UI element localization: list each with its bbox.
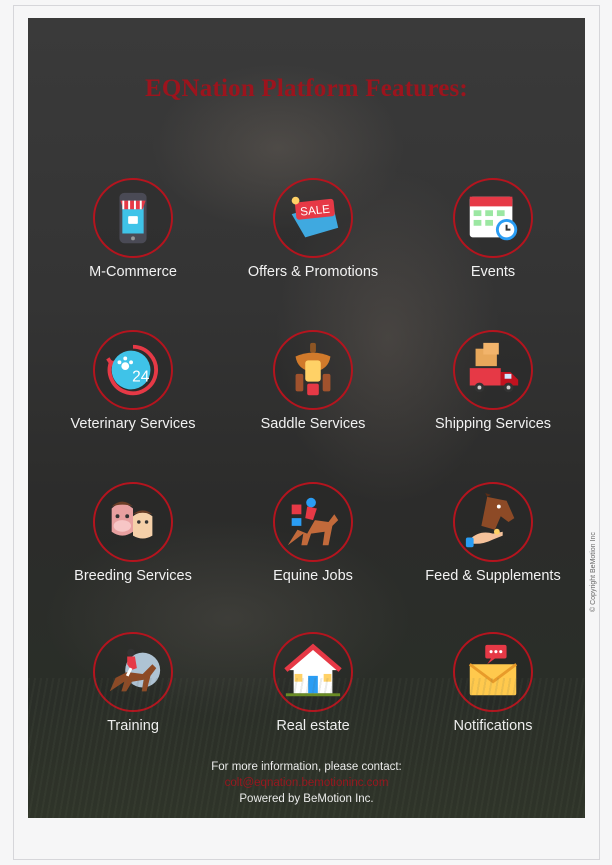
- contact-text: For more information, please contact:: [211, 761, 402, 773]
- feature-label: Offers & Promotions: [247, 264, 379, 280]
- feature-shipping-services: Shipping Services: [408, 330, 578, 432]
- feature-veterinary-services: 24 Veterinary Services: [48, 330, 218, 432]
- feature-label: Equine Jobs: [273, 568, 353, 584]
- feature-label: Shipping Services: [434, 416, 552, 432]
- rider-icon: [93, 632, 173, 712]
- feature-label: Events: [470, 264, 516, 280]
- feature-feed-supplements: Feed & Supplements: [408, 482, 578, 584]
- jockey-icon: [273, 482, 353, 562]
- feature-training: Training: [48, 632, 218, 734]
- feature-label: Notifications: [453, 718, 533, 734]
- svg-text:24: 24: [132, 369, 150, 386]
- contact-email-link[interactable]: colt@eqnation.bemotioninc.com: [28, 775, 585, 791]
- feature-label: Veterinary Services: [70, 416, 196, 432]
- envelope-message-icon: [453, 632, 533, 712]
- feature-real-estate: Real estate: [228, 632, 398, 734]
- paw-24-icon: 24: [93, 330, 173, 410]
- horse-family-icon: [93, 482, 173, 562]
- feature-saddle-services: Saddle Services: [228, 330, 398, 432]
- calendar-icon: [453, 178, 533, 258]
- horse-feed-icon: [453, 482, 533, 562]
- feature-events: Events: [408, 178, 578, 280]
- house-icon: [273, 632, 353, 712]
- contact-footer: For more information, please contact: co…: [28, 759, 585, 807]
- features-poster: EQNation Platform Features: M-Commerce S…: [28, 18, 585, 818]
- copyright-text: © Copyright BeMotion Inc: [590, 532, 597, 612]
- feature-offers-promotions: SALE Offers & Promotions: [228, 178, 398, 280]
- sale-tag-icon: SALE: [273, 178, 353, 258]
- delivery-truck-icon: [453, 330, 533, 410]
- feature-label: Feed & Supplements: [425, 568, 561, 584]
- feature-equine-jobs: Equine Jobs: [228, 482, 398, 584]
- feature-label: Real estate: [276, 718, 350, 734]
- poster-title: EQNation Platform Features:: [145, 75, 468, 102]
- mobile-shop-icon: [93, 178, 173, 258]
- feature-label: Training: [107, 718, 159, 734]
- powered-by-text: Powered by BeMotion Inc.: [239, 793, 374, 805]
- feature-label: Breeding Services: [74, 568, 192, 584]
- feature-breeding-services: Breeding Services: [48, 482, 218, 584]
- feature-notifications: Notifications: [408, 632, 578, 734]
- feature-m-commerce: M-Commerce: [48, 178, 218, 280]
- saddle-icon: [273, 330, 353, 410]
- feature-label: Saddle Services: [260, 416, 366, 432]
- feature-label: M-Commerce: [89, 264, 177, 280]
